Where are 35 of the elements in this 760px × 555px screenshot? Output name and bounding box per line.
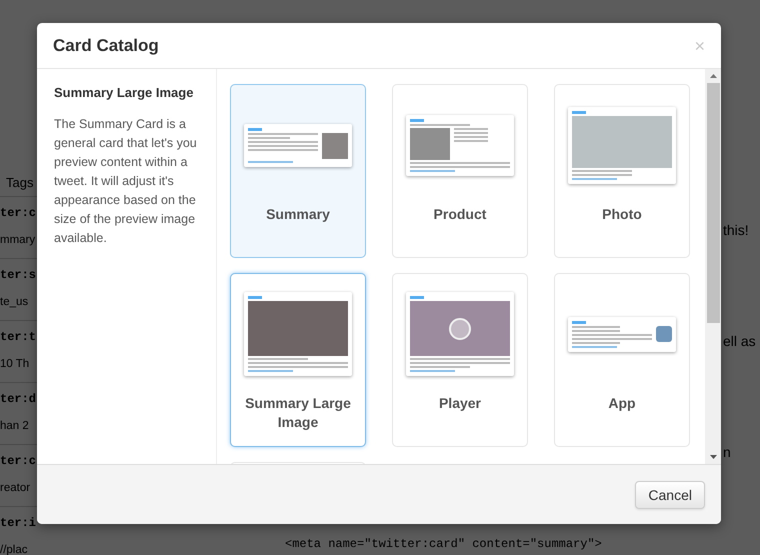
card-label: Player bbox=[438, 394, 482, 413]
field-value: reator bbox=[0, 482, 30, 494]
card-option[interactable]: Photo bbox=[554, 84, 690, 258]
card-label: App bbox=[607, 394, 637, 413]
card-option[interactable]: Player bbox=[392, 273, 528, 447]
dialog-title: Card Catalog bbox=[53, 36, 159, 56]
field-value: han 2 bbox=[0, 420, 29, 432]
card-type-heading: Summary Large Image bbox=[54, 85, 194, 100]
scroll-up-icon[interactable] bbox=[710, 74, 716, 78]
scroll-down-icon[interactable] bbox=[710, 455, 716, 459]
page-text: ell as bbox=[723, 333, 756, 349]
field-value: 10 Th bbox=[0, 358, 30, 370]
page-text: n bbox=[723, 444, 731, 460]
cancel-button[interactable]: Cancel bbox=[635, 480, 705, 508]
field-label: ter:s bbox=[0, 268, 36, 282]
field-label: ter:t bbox=[0, 330, 36, 344]
card-label: Summary Large Image bbox=[244, 394, 352, 432]
card-label: Product bbox=[432, 205, 488, 224]
field-value: te_us bbox=[0, 296, 28, 308]
card-label: Photo bbox=[601, 205, 643, 224]
card-description: The Summary Card is a general card that let's you preview content within a tweet. It will adjust it's appearance based on the size of the preview image available. bbox=[54, 116, 198, 247]
code-text: <meta name="twitter:card" content="summary"> bbox=[285, 537, 602, 551]
card-option[interactable]: App bbox=[554, 273, 690, 447]
field-value: mmary bbox=[0, 234, 36, 246]
card-option[interactable]: Summary Large Image bbox=[230, 273, 366, 447]
card-label: Summary bbox=[265, 205, 331, 224]
card-option[interactable]: Product bbox=[392, 84, 528, 258]
field-label: ter:d bbox=[0, 392, 36, 406]
page-text: this! bbox=[723, 222, 749, 238]
card-option[interactable]: Summary bbox=[230, 84, 366, 258]
field-label: ter:c bbox=[0, 454, 36, 468]
field-label: ter:i bbox=[0, 516, 36, 530]
section-label: Tags bbox=[6, 175, 34, 190]
field-label: ter:c bbox=[0, 206, 36, 220]
scrollbar[interactable] bbox=[705, 69, 721, 464]
